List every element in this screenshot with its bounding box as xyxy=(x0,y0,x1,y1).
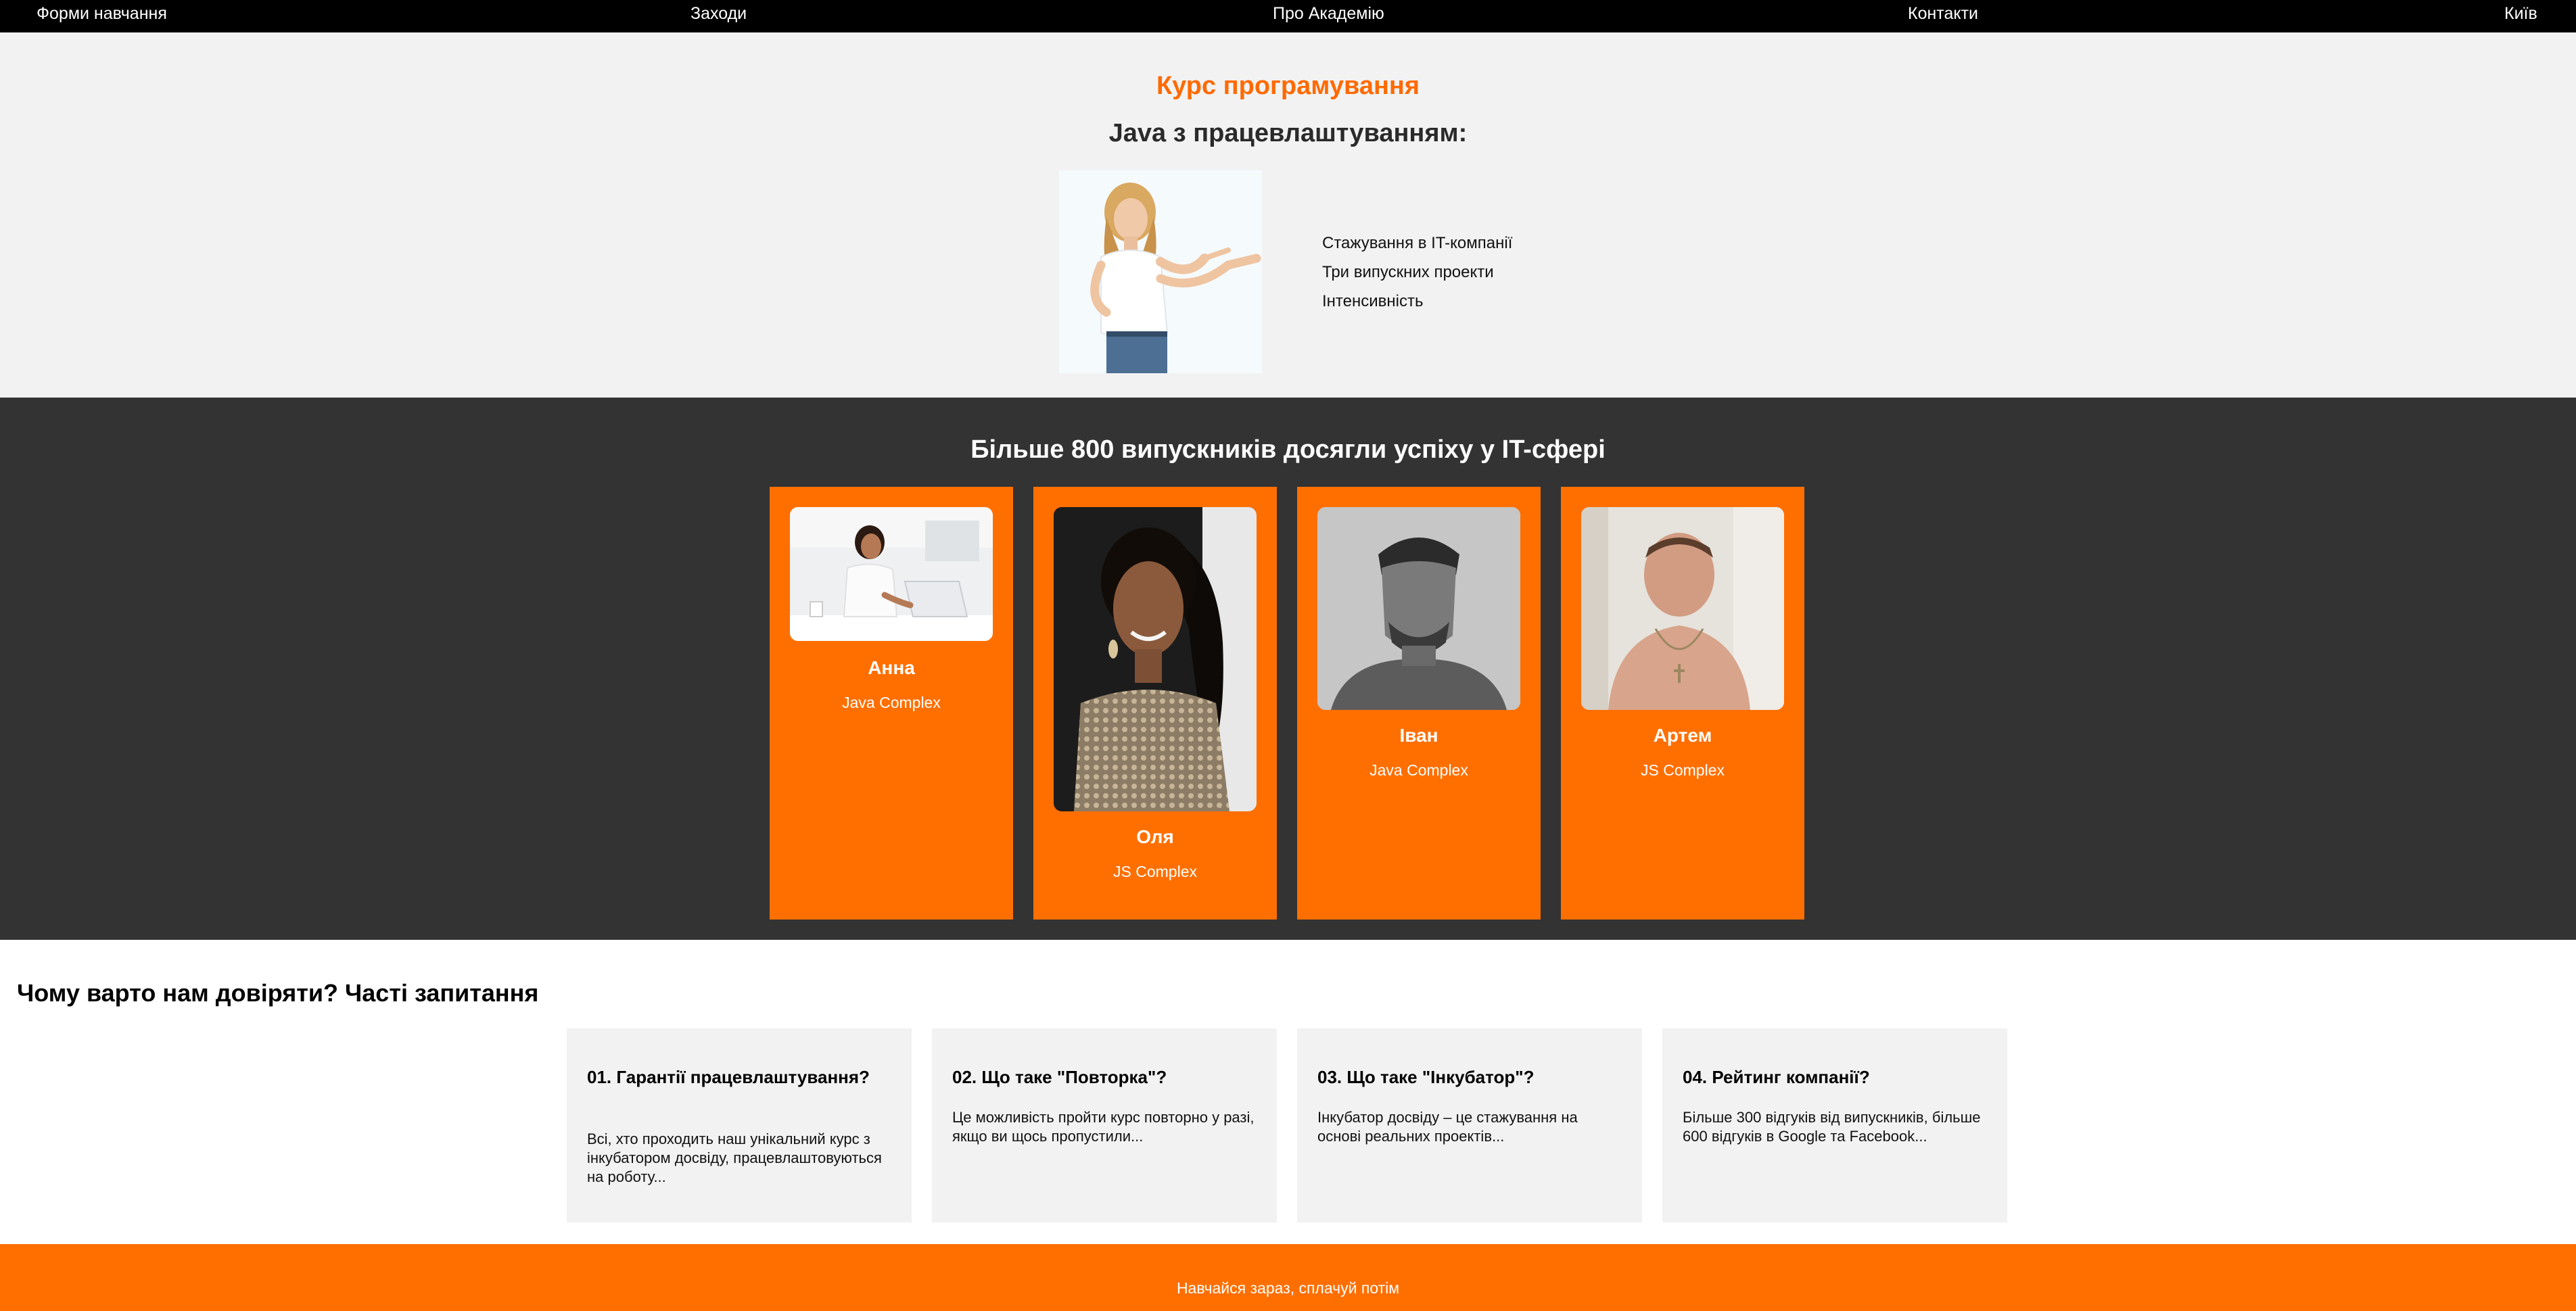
faq-card-incubator[interactable]: 03. Що таке "Інкубатор"? Інкубатор досві… xyxy=(1297,1028,1642,1222)
faq-answer: Це можливість пройти курс повторно у раз… xyxy=(952,1109,1255,1145)
graduate-card-anna[interactable]: Анна Java Complex xyxy=(770,487,1013,920)
faq-card-guarantee[interactable]: 01. Гарантії працевлаштування? Всі, хто … xyxy=(567,1028,912,1222)
graduates-title: Більше 800 випускників досягли успіху у … xyxy=(970,435,1606,464)
faq-title: Чому варто нам довіряти? Часті запитання xyxy=(17,979,539,1007)
hero-woman-pointing-image xyxy=(1059,170,1262,373)
faq-question: 02. Що таке "Повторка"? xyxy=(952,1067,1167,1087)
graduate-course: Java Complex xyxy=(842,694,941,711)
graduate-photo xyxy=(790,507,993,641)
graduate-course: JS Complex xyxy=(1641,761,1725,779)
nav-link-city[interactable]: Київ xyxy=(2504,0,2537,27)
hero-feature-list: Стажування в IT-компанії Три випускних п… xyxy=(1322,234,1512,321)
faq-section: Чому варто нам довіряти? Часті запитання… xyxy=(0,940,2576,1244)
faq-question: 03. Що таке "Інкубатор"? xyxy=(1317,1067,1535,1087)
feature-projects: Три випускних проекти xyxy=(1322,263,1494,281)
graduate-card-ivan[interactable]: Іван Java Complex xyxy=(1297,487,1541,920)
faq-question: 04. Рейтинг компанії? xyxy=(1683,1067,1870,1087)
hero-section: Курс програмування Java з працевлаштуван… xyxy=(0,32,2576,398)
graduate-card-olya[interactable]: Оля JS Complex xyxy=(1033,487,1277,920)
feature-internship: Стажування в IT-компанії xyxy=(1322,234,1513,252)
nav-link-contacts[interactable]: Контакти xyxy=(1908,0,1978,27)
nav-link-events[interactable]: Заходи xyxy=(690,0,747,27)
faq-card-repeat[interactable]: 02. Що таке "Повторка"? Це можливість пр… xyxy=(932,1028,1277,1222)
graduate-name: Іван xyxy=(1399,725,1438,746)
top-nav: Форми навчання Заходи Про Академію Конта… xyxy=(0,0,2576,32)
graduates-section: Більше 800 випускників досягли успіху у … xyxy=(0,398,2576,940)
faq-card-rating[interactable]: 04. Рейтинг компанії? Більше 300 відгукі… xyxy=(1662,1028,2007,1222)
graduate-course: Java Complex xyxy=(1369,761,1468,779)
hero-title: Курс програмування xyxy=(1156,72,1420,100)
graduate-name: Оля xyxy=(1136,826,1174,847)
graduate-photo xyxy=(1581,507,1784,710)
faq-question: 01. Гарантії працевлаштування? xyxy=(587,1067,870,1087)
graduate-name: Артем xyxy=(1653,725,1712,746)
graduate-name: Анна xyxy=(868,657,915,678)
faq-answer: Більше 300 відгуків від випускників, біл… xyxy=(1683,1109,1981,1145)
nav-link-forms[interactable]: Форми навчання xyxy=(37,0,167,27)
feature-intensity: Інтенсивність xyxy=(1322,292,1424,310)
faq-answer: Інкубатор досвіду – це стажування на осн… xyxy=(1317,1109,1578,1145)
hero-subtitle: Java з працевлаштуванням: xyxy=(1108,119,1468,147)
graduate-card-artem[interactable]: Артем JS Complex xyxy=(1561,487,1804,920)
footer-bar: Навчайся зараз, сплачуй потім xyxy=(0,1244,2576,1311)
nav-link-about[interactable]: Про Академію xyxy=(1273,0,1384,27)
footer-cta-link[interactable]: Навчайся зараз, сплачуй потім xyxy=(0,1279,2576,1297)
graduate-course: JS Complex xyxy=(1113,863,1197,880)
graduate-photo xyxy=(1054,507,1257,811)
faq-answer: Всі, хто проходить наш унікальний курс з… xyxy=(587,1130,882,1185)
graduate-photo xyxy=(1317,507,1520,710)
